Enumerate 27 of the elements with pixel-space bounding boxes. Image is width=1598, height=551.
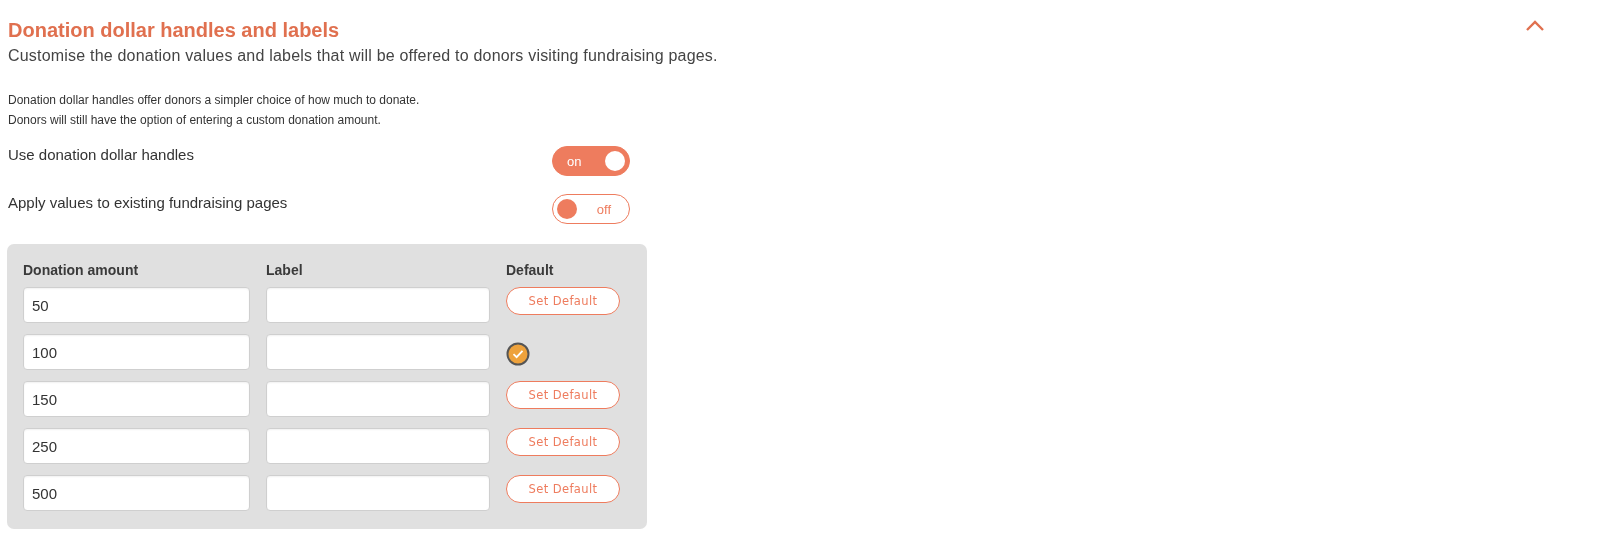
label-field[interactable] [266, 287, 490, 323]
column-header: Default [506, 262, 554, 278]
label-field[interactable] [266, 334, 490, 370]
set-default-button[interactable]: Set Default [506, 381, 620, 409]
label-field[interactable] [266, 475, 490, 511]
toggle-switch[interactable]: off [552, 194, 630, 224]
amount-field[interactable]: 150 [23, 381, 250, 417]
section-subtitle: Customise the donation values and labels that will be offered to donors visiting fundraising pages. [8, 47, 719, 65]
toggle-label: Use donation dollar handles [8, 146, 194, 163]
label-field[interactable] [266, 381, 490, 417]
set-default-button[interactable]: Set Default [506, 287, 620, 315]
label-field[interactable] [266, 428, 490, 464]
toggle-switch[interactable]: on [552, 146, 630, 176]
description-text: Donation dollar handles offer donors a simpler choice of how much to donate. [8, 92, 420, 109]
toggle-label: Apply values to existing fundraising pages [8, 194, 288, 211]
default-check-icon[interactable] [506, 342, 530, 366]
set-default-button[interactable]: Set Default [506, 428, 620, 456]
section-title: Donation dollar handles and labels [8, 18, 340, 42]
column-header: Donation amount [23, 262, 139, 278]
amount-field[interactable]: 500 [23, 475, 250, 511]
column-header: Label [266, 262, 303, 278]
amount-field[interactable]: 100 [23, 334, 250, 370]
amount-field[interactable]: 250 [23, 428, 250, 464]
amount-field[interactable]: 50 [23, 287, 250, 323]
chevron-up-icon[interactable] [1526, 20, 1544, 31]
description-text: Donors will still have the option of entering a custom donation amount. [8, 112, 381, 129]
set-default-button[interactable]: Set Default [506, 475, 620, 503]
